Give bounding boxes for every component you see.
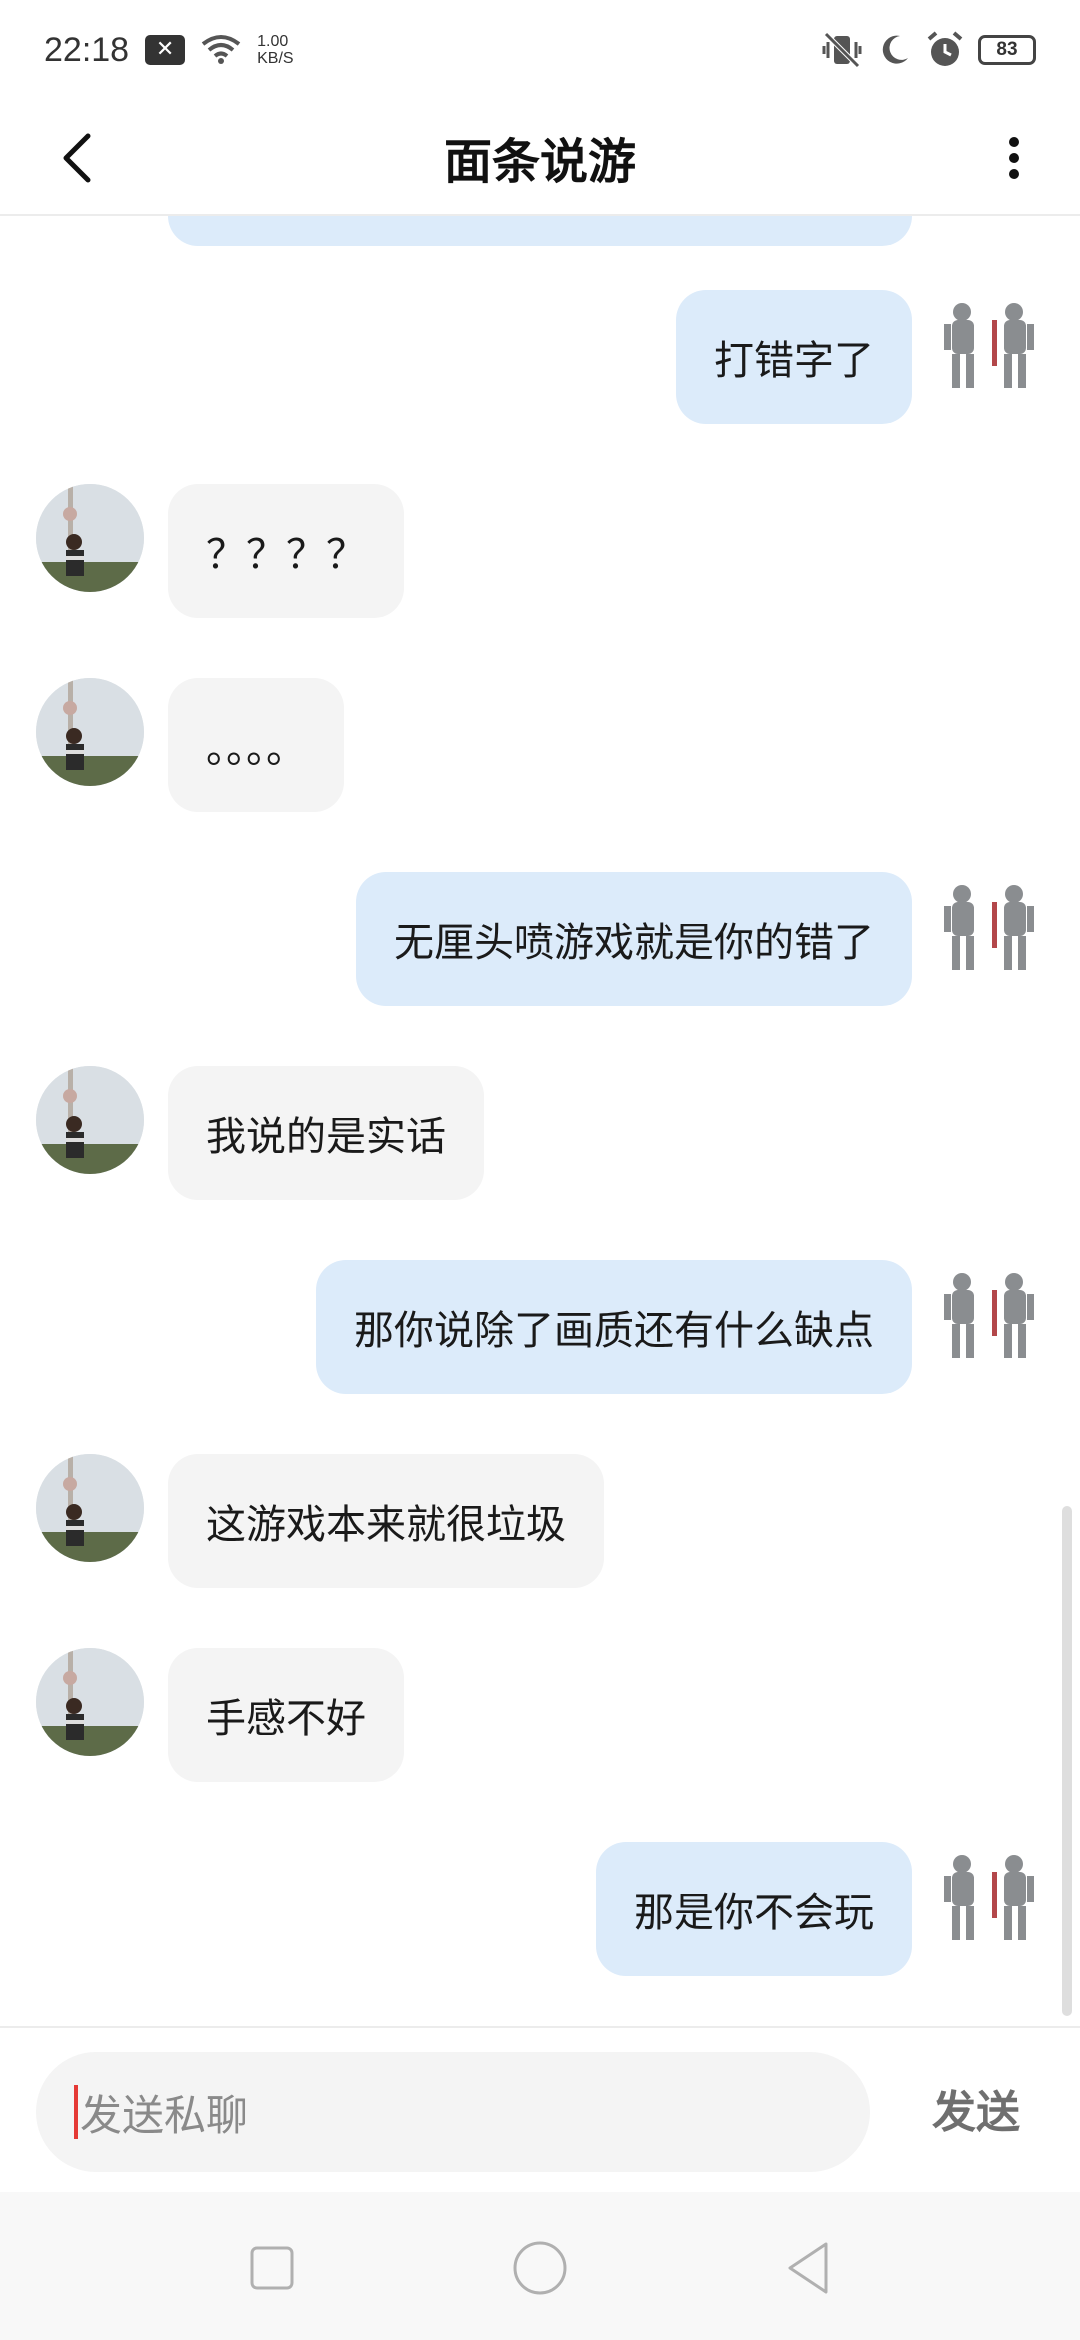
- my-avatar[interactable]: [936, 1260, 1044, 1368]
- network-speed-value: 1.00: [257, 33, 289, 50]
- message-row: ？？？？: [0, 484, 1080, 618]
- network-speed: 1.00 KB/S: [257, 33, 293, 67]
- page-title: 面条说游: [443, 134, 636, 190]
- text-cursor: [74, 2085, 78, 2139]
- scrollbar[interactable]: [1062, 1506, 1072, 2016]
- message-row: 手感不好: [0, 1648, 1080, 1782]
- message-bubble-clipped: [168, 216, 912, 246]
- message-bubble-mine[interactable]: 那是你不会玩: [596, 1842, 912, 1976]
- status-bar: 22:18 ✕ 1.00 KB/S 83: [0, 0, 1080, 100]
- message-bubble-mine[interactable]: 无厘头喷游戏就是你的错了: [356, 872, 912, 1006]
- network-speed-unit: KB/S: [257, 50, 294, 67]
- status-time: 22:18: [44, 30, 130, 69]
- battery-icon: 83: [978, 35, 1036, 65]
- message-input-placeholder: 发送私聊: [80, 2090, 249, 2140]
- my-avatar[interactable]: [936, 872, 1044, 980]
- contact-avatar[interactable]: [36, 484, 144, 592]
- send-button[interactable]: 发送: [932, 2068, 1020, 2158]
- contact-avatar[interactable]: [36, 1454, 144, 1562]
- composer-bar: 发送私聊 发送: [0, 2026, 1080, 2192]
- message-list[interactable]: 打错字了 ？？？？ 。。。。 无厘头喷游戏就是你的错了 我说的是实话 那你说除了…: [0, 216, 1080, 2026]
- status-left: 22:18 ✕ 1.00 KB/S: [44, 31, 294, 70]
- system-nav-bar: [0, 2192, 1080, 2340]
- message-row: 。。。。: [0, 678, 1080, 812]
- message-bubble-mine[interactable]: 那你说除了画质还有什么缺点: [316, 1260, 912, 1394]
- contact-avatar[interactable]: [36, 1648, 144, 1756]
- back-chevron-icon[interactable]: [50, 128, 110, 188]
- message-bubble-theirs[interactable]: 这游戏本来就很垃圾: [168, 1454, 604, 1588]
- message-row: 这游戏本来就很垃圾: [0, 1454, 1080, 1588]
- app-bar: 面条说游: [0, 100, 1080, 216]
- alarm-icon: [927, 31, 963, 66]
- back-triangle-icon[interactable]: [778, 2238, 838, 2298]
- message-row: 那你说除了画质还有什么缺点: [0, 1260, 1080, 1394]
- my-avatar[interactable]: [936, 1842, 1044, 1950]
- message-row: 无厘头喷游戏就是你的错了: [0, 872, 1080, 1006]
- message-bubble-theirs[interactable]: 手感不好: [168, 1648, 404, 1782]
- message-row: 那是你不会玩: [0, 1842, 1080, 1976]
- wifi-icon: [201, 35, 241, 64]
- message-input[interactable]: 发送私聊: [36, 2052, 870, 2172]
- vibrate-off-icon: [822, 32, 862, 68]
- moon-icon: [882, 35, 908, 64]
- my-avatar[interactable]: [936, 290, 1044, 398]
- contact-avatar[interactable]: [36, 678, 144, 786]
- message-bubble-mine[interactable]: 打错字了: [676, 290, 912, 424]
- message-bubble-theirs[interactable]: 。。。。: [168, 678, 344, 812]
- message-bubble-theirs[interactable]: ？？？？: [168, 484, 404, 618]
- home-circle-icon[interactable]: [510, 2238, 570, 2298]
- recents-square-icon[interactable]: [242, 2238, 302, 2298]
- more-vertical-icon[interactable]: [984, 128, 1044, 188]
- status-right: 83: [822, 31, 1036, 69]
- message-row: 我说的是实话: [0, 1066, 1080, 1200]
- notification-x-icon: ✕: [145, 35, 186, 65]
- contact-avatar[interactable]: [36, 1066, 144, 1174]
- message-row: 打错字了: [0, 290, 1080, 424]
- battery-level: 83: [996, 39, 1018, 60]
- message-bubble-theirs[interactable]: 我说的是实话: [168, 1066, 484, 1200]
